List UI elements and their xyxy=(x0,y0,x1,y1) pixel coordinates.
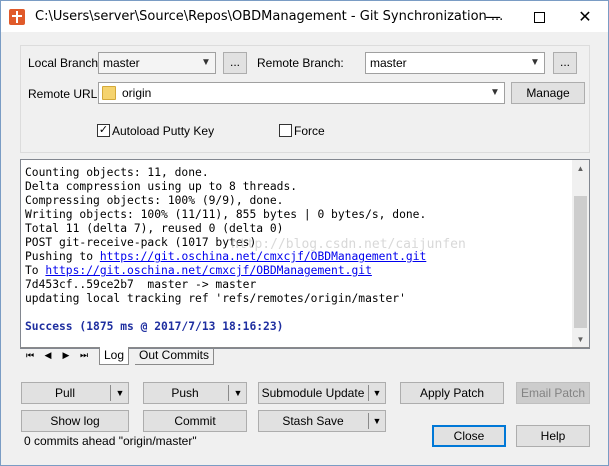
manage-button[interactable]: Manage xyxy=(511,82,585,104)
show-log-button[interactable]: Show log xyxy=(21,410,129,432)
tortoisegit-app-icon xyxy=(9,9,25,25)
remote-branch-label: Remote Branch: xyxy=(257,56,344,70)
submodule-dropdown-icon[interactable]: ▼ xyxy=(369,383,385,403)
remote-branch-value: master xyxy=(370,56,407,70)
autoload-putty-key-checkbox[interactable]: ✓ xyxy=(97,124,110,137)
console-line: updating local tracking ref 'refs/remote… xyxy=(25,292,406,305)
to-url-link[interactable]: https://git.oschina.net/cmxcjf/OBDManage… xyxy=(45,264,371,277)
git-sync-window: C:\Users\server\Source\Repos\OBDManageme… xyxy=(0,0,609,466)
title-bar: C:\Users\server\Source\Repos\OBDManageme… xyxy=(1,1,608,32)
console-text: Counting objects: 11, done. Delta compre… xyxy=(25,166,426,334)
push-button[interactable]: Push ▼ xyxy=(143,382,247,404)
console-pushing-prefix: Pushing to xyxy=(25,250,100,263)
tab-prev-icon[interactable]: ◀ xyxy=(42,350,54,361)
local-branch-label: Local Branch: xyxy=(28,56,102,70)
push-dropdown-icon[interactable]: ▼ xyxy=(230,383,246,403)
output-tabstrip: ⏮ ◀ ▶ ⏭ Log Out Commits xyxy=(20,347,590,367)
chevron-down-icon: ▼ xyxy=(490,87,500,98)
force-label: Force xyxy=(294,124,325,138)
close-button[interactable]: Close xyxy=(432,425,506,447)
window-title: C:\Users\server\Source\Repos\OBDManageme… xyxy=(35,9,504,24)
local-branch-value: master xyxy=(103,56,140,70)
local-branch-combo[interactable]: master ▼ xyxy=(98,52,216,74)
console-line: Compressing objects: 100% (9/9), done. xyxy=(25,194,284,207)
apply-patch-button[interactable]: Apply Patch xyxy=(400,382,504,404)
remote-branch-browse-button[interactable]: ... xyxy=(553,52,577,74)
minimize-button[interactable]: — xyxy=(470,1,516,32)
remote-url-value: origin xyxy=(122,86,152,100)
stash-save-button[interactable]: Stash Save ▼ xyxy=(258,410,386,432)
scrollbar-thumb[interactable] xyxy=(574,196,587,328)
force-checkbox[interactable] xyxy=(279,124,292,137)
status-text: 0 commits ahead "origin/master" xyxy=(24,434,197,448)
chevron-down-icon: ▼ xyxy=(201,57,211,68)
commit-button[interactable]: Commit xyxy=(143,410,247,432)
push-button-label: Push xyxy=(171,386,199,400)
stash-dropdown-icon[interactable]: ▼ xyxy=(369,411,385,431)
output-console[interactable]: Counting objects: 11, done. Delta compre… xyxy=(20,159,590,349)
remote-url-combo[interactable]: origin ▼ xyxy=(98,82,505,104)
submodule-update-button[interactable]: Submodule Update ▼ xyxy=(258,382,386,404)
console-line: 7d453cf..59ce2b7 master -> master xyxy=(25,278,257,291)
console-line: Writing objects: 100% (11/11), 855 bytes… xyxy=(25,208,427,221)
tab-log[interactable]: Log xyxy=(99,347,130,365)
success-message: Success (1875 ms @ 2017/7/13 18:16:23) xyxy=(25,320,284,333)
console-line: Counting objects: 11, done. xyxy=(25,166,209,179)
remote-url-label: Remote URL: xyxy=(28,87,101,101)
tab-first-icon[interactable]: ⏮ xyxy=(24,350,36,361)
console-line: Delta compression using up to 8 threads. xyxy=(25,180,298,193)
help-button[interactable]: Help xyxy=(516,425,590,447)
console-line: Total 11 (delta 7), reused 0 (delta 0) xyxy=(25,222,284,235)
console-scrollbar[interactable]: ▲ ▼ xyxy=(572,160,589,348)
pull-dropdown-icon[interactable]: ▼ xyxy=(112,383,128,403)
console-to-prefix: To xyxy=(25,264,46,277)
remote-branch-combo[interactable]: master ▼ xyxy=(365,52,545,74)
tab-out-commits[interactable]: Out Commits xyxy=(135,347,215,365)
split-separator xyxy=(228,385,229,401)
scroll-up-icon[interactable]: ▲ xyxy=(572,160,589,177)
tab-last-icon[interactable]: ⏭ xyxy=(78,350,90,361)
chevron-down-icon: ▼ xyxy=(530,57,540,68)
console-line: POST git-receive-pack (1017 bytes) xyxy=(25,236,257,249)
maximize-button[interactable] xyxy=(516,1,562,32)
stash-save-label: Stash Save xyxy=(282,414,344,428)
autoload-putty-key-label: Autoload Putty Key xyxy=(112,124,215,138)
pushing-url-link[interactable]: https://git.oschina.net/cmxcjf/OBDManage… xyxy=(100,250,426,263)
email-patch-button[interactable]: Email Patch xyxy=(516,382,590,404)
maximize-icon xyxy=(533,12,545,23)
branch-settings-group: Local Branch: master ▼ ... Remote Branch… xyxy=(20,45,590,153)
local-branch-browse-button[interactable]: ... xyxy=(223,52,247,74)
tab-next-icon[interactable]: ▶ xyxy=(60,350,72,361)
close-window-button[interactable]: ✕ xyxy=(562,1,608,32)
split-separator xyxy=(110,385,111,401)
submodule-update-label: Submodule Update xyxy=(261,386,365,400)
scroll-down-icon[interactable]: ▼ xyxy=(572,331,589,348)
pull-button-label: Pull xyxy=(54,386,75,400)
folder-icon xyxy=(102,86,116,100)
pull-button[interactable]: Pull ▼ xyxy=(21,382,129,404)
